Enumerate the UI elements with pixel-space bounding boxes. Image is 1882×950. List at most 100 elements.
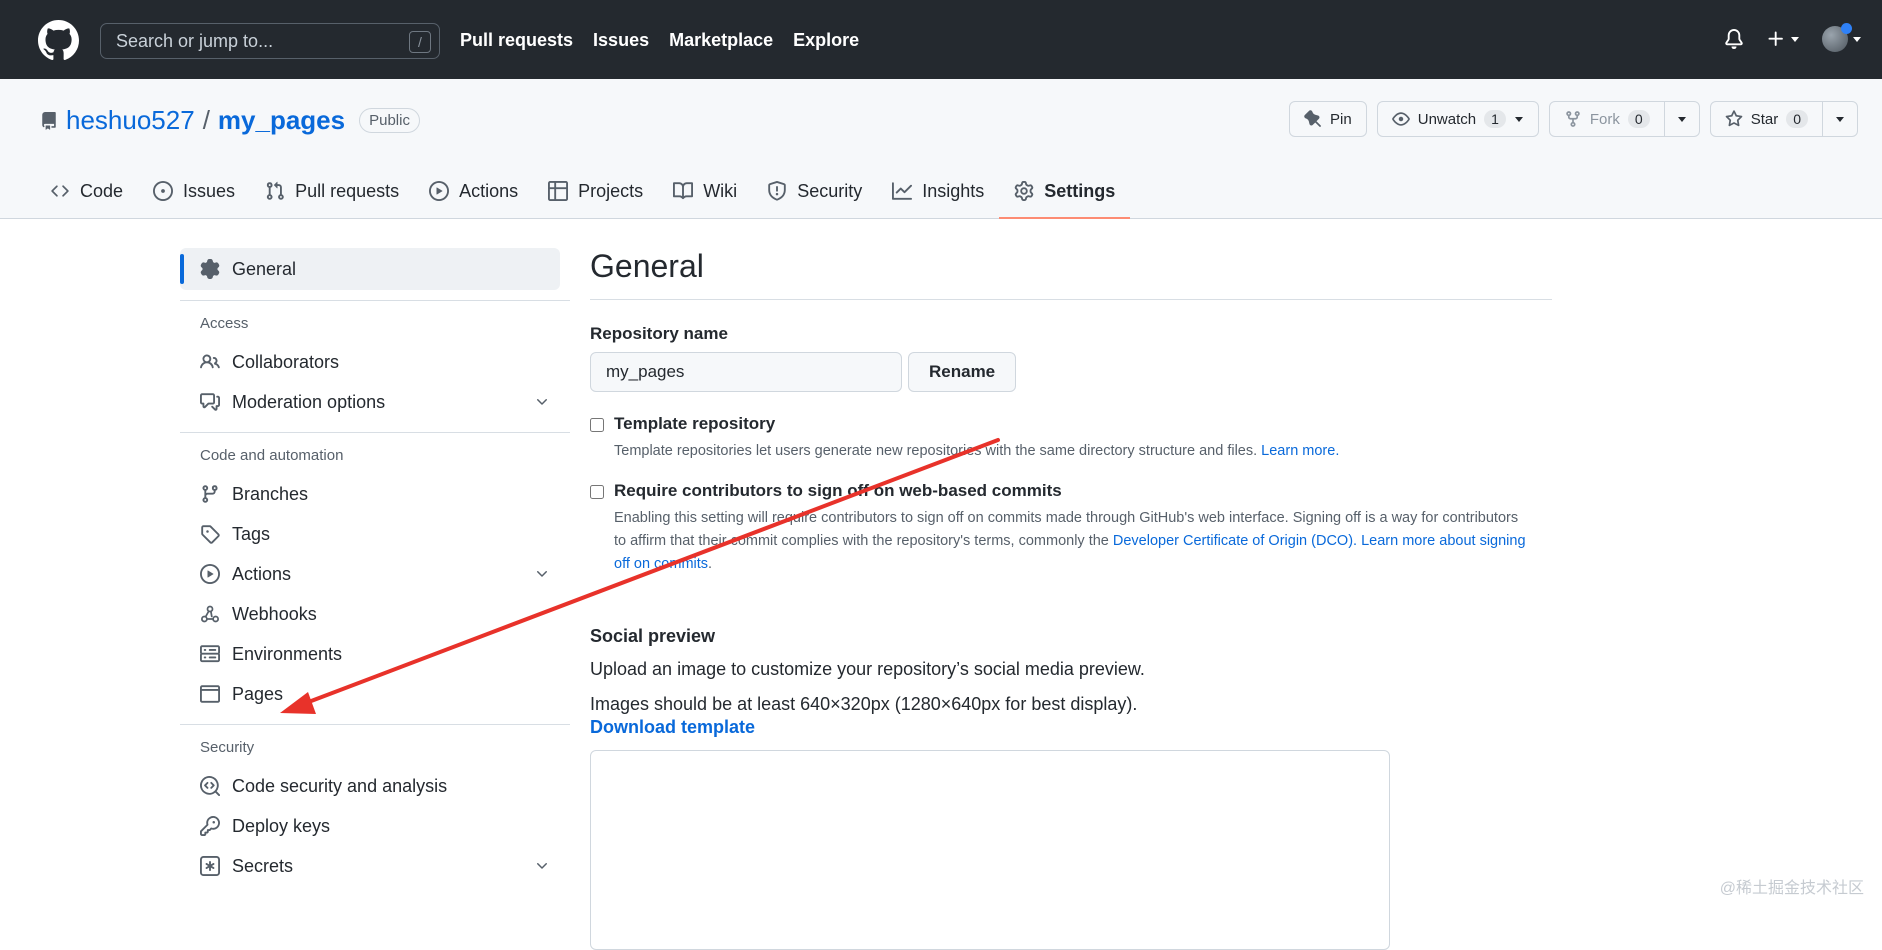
template-repo-option: Template repository Template repositorie… bbox=[590, 414, 1552, 463]
caret-down-icon bbox=[1790, 34, 1800, 44]
tab-issues[interactable]: Issues bbox=[138, 164, 250, 218]
nav-issues[interactable]: Issues bbox=[593, 30, 649, 51]
key-icon bbox=[200, 816, 220, 836]
nav-marketplace[interactable]: Marketplace bbox=[669, 30, 773, 51]
sidebar-item-secrets[interactable]: Secrets bbox=[180, 846, 570, 886]
fork-dropdown[interactable] bbox=[1664, 102, 1699, 136]
fork-button[interactable]: Fork 0 bbox=[1549, 101, 1700, 137]
sidebar-item-actions[interactable]: Actions bbox=[180, 554, 570, 594]
rename-row: Rename bbox=[590, 352, 1552, 392]
github-logo-icon[interactable] bbox=[38, 20, 79, 61]
fork-label: Fork bbox=[1590, 111, 1620, 128]
book-icon bbox=[673, 181, 693, 201]
star-label: Star bbox=[1751, 111, 1779, 128]
unwatch-button[interactable]: Unwatch 1 bbox=[1377, 101, 1539, 137]
browser-icon bbox=[200, 684, 220, 704]
sidebar-item-pages[interactable]: Pages bbox=[180, 674, 570, 714]
tab-label: Pull requests bbox=[295, 181, 399, 202]
social-preview-size-hint: Images should be at least 640×320px (128… bbox=[590, 694, 1552, 715]
template-repo-checkbox[interactable] bbox=[590, 418, 604, 432]
sidebar-item-collaborators[interactable]: Collaborators bbox=[180, 342, 570, 382]
tab-settings[interactable]: Settings bbox=[999, 164, 1130, 218]
social-preview-description: Upload an image to customize your reposi… bbox=[590, 659, 1552, 680]
divider bbox=[180, 724, 570, 725]
sidebar-item-moderation-options[interactable]: Moderation options bbox=[180, 382, 570, 422]
repo-breadcrumb: heshuo527 / my_pages Public bbox=[40, 105, 420, 136]
shield-icon bbox=[767, 181, 787, 201]
fork-icon bbox=[1564, 110, 1582, 128]
star-count: 0 bbox=[1786, 110, 1808, 128]
git-pull-request-icon bbox=[265, 181, 285, 201]
chevron-down-icon[interactable] bbox=[534, 566, 550, 582]
tab-code[interactable]: Code bbox=[40, 164, 138, 218]
bell-icon[interactable] bbox=[1724, 28, 1744, 50]
star-dropdown[interactable] bbox=[1822, 102, 1857, 136]
code-icon bbox=[50, 182, 70, 200]
key-asterisk-icon bbox=[200, 856, 220, 876]
tab-projects[interactable]: Projects bbox=[533, 164, 658, 218]
caret-down-icon bbox=[1852, 34, 1862, 44]
repo-name-link[interactable]: my_pages bbox=[218, 105, 345, 136]
divider bbox=[180, 432, 570, 433]
repo-actions: Pin Unwatch 1 Fork 0 bbox=[1289, 101, 1858, 137]
slash-shortcut-key: / bbox=[409, 31, 431, 53]
sidebar-item-label: Branches bbox=[232, 484, 308, 505]
tab-label: Settings bbox=[1044, 181, 1115, 202]
pin-icon bbox=[1304, 110, 1322, 128]
breadcrumb-separator: / bbox=[203, 105, 210, 136]
codescan-icon bbox=[200, 776, 220, 796]
tab-wiki[interactable]: Wiki bbox=[658, 164, 752, 218]
tag-icon bbox=[200, 524, 220, 544]
download-template-link[interactable]: Download template bbox=[590, 717, 1552, 738]
star-button[interactable]: Star 0 bbox=[1710, 101, 1858, 137]
sidebar-item-general[interactable]: General bbox=[180, 248, 560, 290]
plus-icon bbox=[1766, 29, 1786, 49]
sidebar-heading-access: Access bbox=[180, 315, 570, 332]
sidebar-item-tags[interactable]: Tags bbox=[180, 514, 570, 554]
social-preview-dropzone[interactable] bbox=[590, 750, 1390, 950]
social-preview-title: Social preview bbox=[590, 626, 1552, 647]
sidebar-heading-security: Security bbox=[180, 739, 570, 756]
play-icon bbox=[429, 181, 449, 201]
signoff-checkbox[interactable] bbox=[590, 485, 604, 499]
watch-count: 1 bbox=[1484, 110, 1506, 128]
user-menu[interactable] bbox=[1822, 26, 1862, 52]
sidebar-item-environments[interactable]: Environments bbox=[180, 634, 570, 674]
caret-down-icon bbox=[1835, 114, 1845, 124]
repo-name-input[interactable] bbox=[590, 352, 902, 392]
page-title: General bbox=[590, 248, 1552, 300]
repo-owner-link[interactable]: heshuo527 bbox=[66, 105, 195, 136]
rename-button[interactable]: Rename bbox=[908, 352, 1016, 392]
chevron-down-icon[interactable] bbox=[534, 858, 550, 874]
repo-name-label: Repository name bbox=[590, 324, 1552, 344]
sidebar-item-branches[interactable]: Branches bbox=[180, 474, 570, 514]
comment-discussion-icon bbox=[200, 392, 220, 412]
nav-pull-requests[interactable]: Pull requests bbox=[460, 30, 573, 51]
nav-explore[interactable]: Explore bbox=[793, 30, 859, 51]
dco-link[interactable]: Developer Certificate of Origin (DCO). bbox=[1113, 533, 1357, 549]
sidebar-item-webhooks[interactable]: Webhooks bbox=[180, 594, 570, 634]
server-icon bbox=[200, 644, 220, 664]
chevron-down-icon[interactable] bbox=[534, 394, 550, 410]
sidebar-item-label: Webhooks bbox=[232, 604, 317, 625]
sidebar-item-label: Tags bbox=[232, 524, 270, 545]
search-input[interactable]: Search or jump to... / bbox=[100, 23, 440, 59]
tab-pull-requests[interactable]: Pull requests bbox=[250, 164, 414, 218]
tab-actions[interactable]: Actions bbox=[414, 164, 533, 218]
global-header: Search or jump to... / Pull requests Iss… bbox=[0, 0, 1882, 79]
sidebar-item-deploy-keys[interactable]: Deploy keys bbox=[180, 806, 570, 846]
create-new-menu[interactable] bbox=[1766, 29, 1800, 49]
sidebar-item-label: Collaborators bbox=[232, 352, 339, 373]
eye-icon bbox=[1392, 110, 1410, 128]
people-icon bbox=[200, 352, 220, 372]
tab-label: Security bbox=[797, 181, 862, 202]
fork-count: 0 bbox=[1628, 110, 1650, 128]
learn-more-link[interactable]: Learn more. bbox=[1261, 443, 1339, 459]
pin-button[interactable]: Pin bbox=[1289, 101, 1367, 137]
sidebar-item-label: Actions bbox=[232, 564, 291, 585]
gear-icon bbox=[200, 259, 220, 279]
tab-insights[interactable]: Insights bbox=[877, 164, 999, 218]
table-icon bbox=[548, 181, 568, 201]
tab-security[interactable]: Security bbox=[752, 164, 877, 218]
sidebar-item-code-security[interactable]: Code security and analysis bbox=[180, 766, 570, 806]
